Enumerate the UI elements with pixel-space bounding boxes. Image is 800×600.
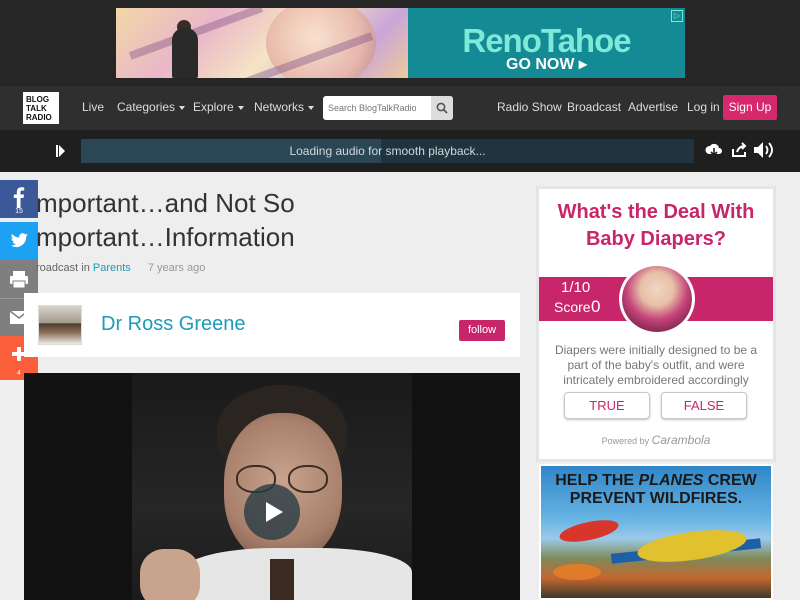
nav-networks-label: Networks — [254, 100, 305, 114]
nav-broadcast[interactable]: Broadcast — [567, 86, 621, 130]
nav-explore-label: Explore — [193, 100, 234, 114]
search-input[interactable] — [323, 96, 431, 120]
chevron-down-icon — [308, 105, 315, 110]
quiz-question: Diapers were initially designed to be a … — [554, 343, 758, 387]
nav-categories-dropdown[interactable]: Categories — [117, 86, 186, 130]
quiz-progress: 1/10 — [561, 279, 591, 296]
audio-player-bar: Loading audio for smooth playback... — [0, 130, 800, 172]
quiz-score-value: 0 — [591, 297, 601, 316]
quiz-powered-by[interactable]: Powered by Carambola — [539, 433, 773, 447]
top-ad-band: RenoTahoe GO NOW ▸ ▷ — [0, 0, 800, 86]
carambola-logo: Carambola — [651, 433, 711, 447]
search-button[interactable] — [431, 96, 453, 120]
episode-title-line-1: mportant…and Not So — [36, 188, 295, 218]
ad-side-planes[interactable]: HELP THE PLANES CREW PREVENT WILDFIRES. — [539, 464, 773, 600]
ad-brand-panel: RenoTahoe GO NOW ▸ ▷ — [408, 8, 685, 78]
share-twitter-button[interactable] — [0, 222, 38, 260]
photo-hand — [140, 549, 200, 600]
share-arrow-icon[interactable] — [730, 141, 748, 159]
photo-tie — [270, 559, 294, 600]
nav-radio-show[interactable]: Radio Show — [497, 86, 562, 130]
host-card: Dr Ross Greene follow — [24, 293, 520, 357]
nav-categories-label: Categories — [117, 100, 176, 114]
facebook-icon — [13, 187, 25, 208]
video-play-button[interactable] — [244, 484, 300, 540]
episode-meta-prefix: roadcast in — [36, 262, 90, 274]
quiz-answer-false-button[interactable]: FALSE — [661, 392, 747, 419]
play-icon — [266, 502, 283, 522]
ad-mural-image — [116, 8, 408, 78]
share-facebook-button[interactable]: 15 — [0, 180, 38, 218]
play-icon[interactable] — [56, 144, 66, 158]
ad-plane-orange — [553, 564, 601, 580]
episode-meta: roadcast in Parents 7 years ago — [36, 262, 205, 274]
photo-shirt — [182, 548, 412, 600]
audio-loading-text: Loading audio for smooth playback... — [289, 144, 486, 158]
ad-plane-red — [557, 515, 621, 547]
episode-media-player[interactable] — [24, 373, 520, 600]
photo-glasses-right — [288, 465, 328, 493]
episode-category-link[interactable]: Parents — [93, 262, 131, 274]
ad-plane-yellow — [635, 524, 749, 568]
nav-live[interactable]: Live — [82, 86, 104, 130]
quiz-baby-image — [619, 263, 695, 335]
nav-advertise[interactable]: Advertise — [628, 86, 678, 130]
quiz-widget: What's the Deal With Baby Diapers? 1/10 … — [536, 186, 776, 462]
episode-age: 7 years ago — [147, 262, 206, 274]
blogtalkradio-logo[interactable]: BLOG TALK RADIO — [23, 92, 59, 124]
chevron-down-icon — [179, 105, 186, 110]
nav-explore-dropdown[interactable]: Explore — [193, 86, 244, 130]
cloud-download-icon[interactable] — [705, 141, 723, 159]
painter-figure — [172, 28, 198, 78]
ad-side-headline-pre: HELP THE — [555, 472, 635, 489]
episode-title-line-2: mportant…Information — [36, 222, 295, 252]
ad-side-headline: HELP THE PLANES CREW PREVENT WILDFIRES. — [541, 472, 771, 508]
signup-button[interactable]: Sign Up — [723, 95, 777, 120]
ad-banner-renotahoe[interactable]: RenoTahoe GO NOW ▸ ▷ — [116, 8, 685, 78]
ad-choices-icon[interactable]: ▷ — [671, 10, 683, 22]
nav-networks-dropdown[interactable]: Networks — [254, 86, 315, 130]
search-box — [323, 96, 453, 120]
twitter-icon — [10, 233, 28, 248]
ad-side-headline-em: PLANES — [638, 472, 704, 489]
chevron-down-icon — [237, 105, 244, 110]
follow-button[interactable]: follow — [459, 320, 505, 341]
quiz-title: What's the Deal With Baby Diapers? — [557, 201, 755, 250]
search-icon — [436, 102, 448, 114]
facebook-share-count: 15 — [15, 208, 23, 215]
audio-progress-bar[interactable]: Loading audio for smooth playback... — [81, 139, 694, 163]
powered-by-prefix: Powered by — [601, 436, 650, 446]
quiz-answer-true-button[interactable]: TRUE — [564, 392, 650, 419]
volume-icon[interactable] — [753, 141, 775, 159]
quiz-score-label: Score — [554, 299, 591, 315]
ad-cta-go-now[interactable]: GO NOW ▸ — [408, 54, 685, 74]
host-name-link[interactable]: Dr Ross Greene — [101, 313, 246, 336]
nav-login[interactable]: Log in — [687, 86, 720, 130]
host-avatar[interactable] — [38, 305, 82, 345]
